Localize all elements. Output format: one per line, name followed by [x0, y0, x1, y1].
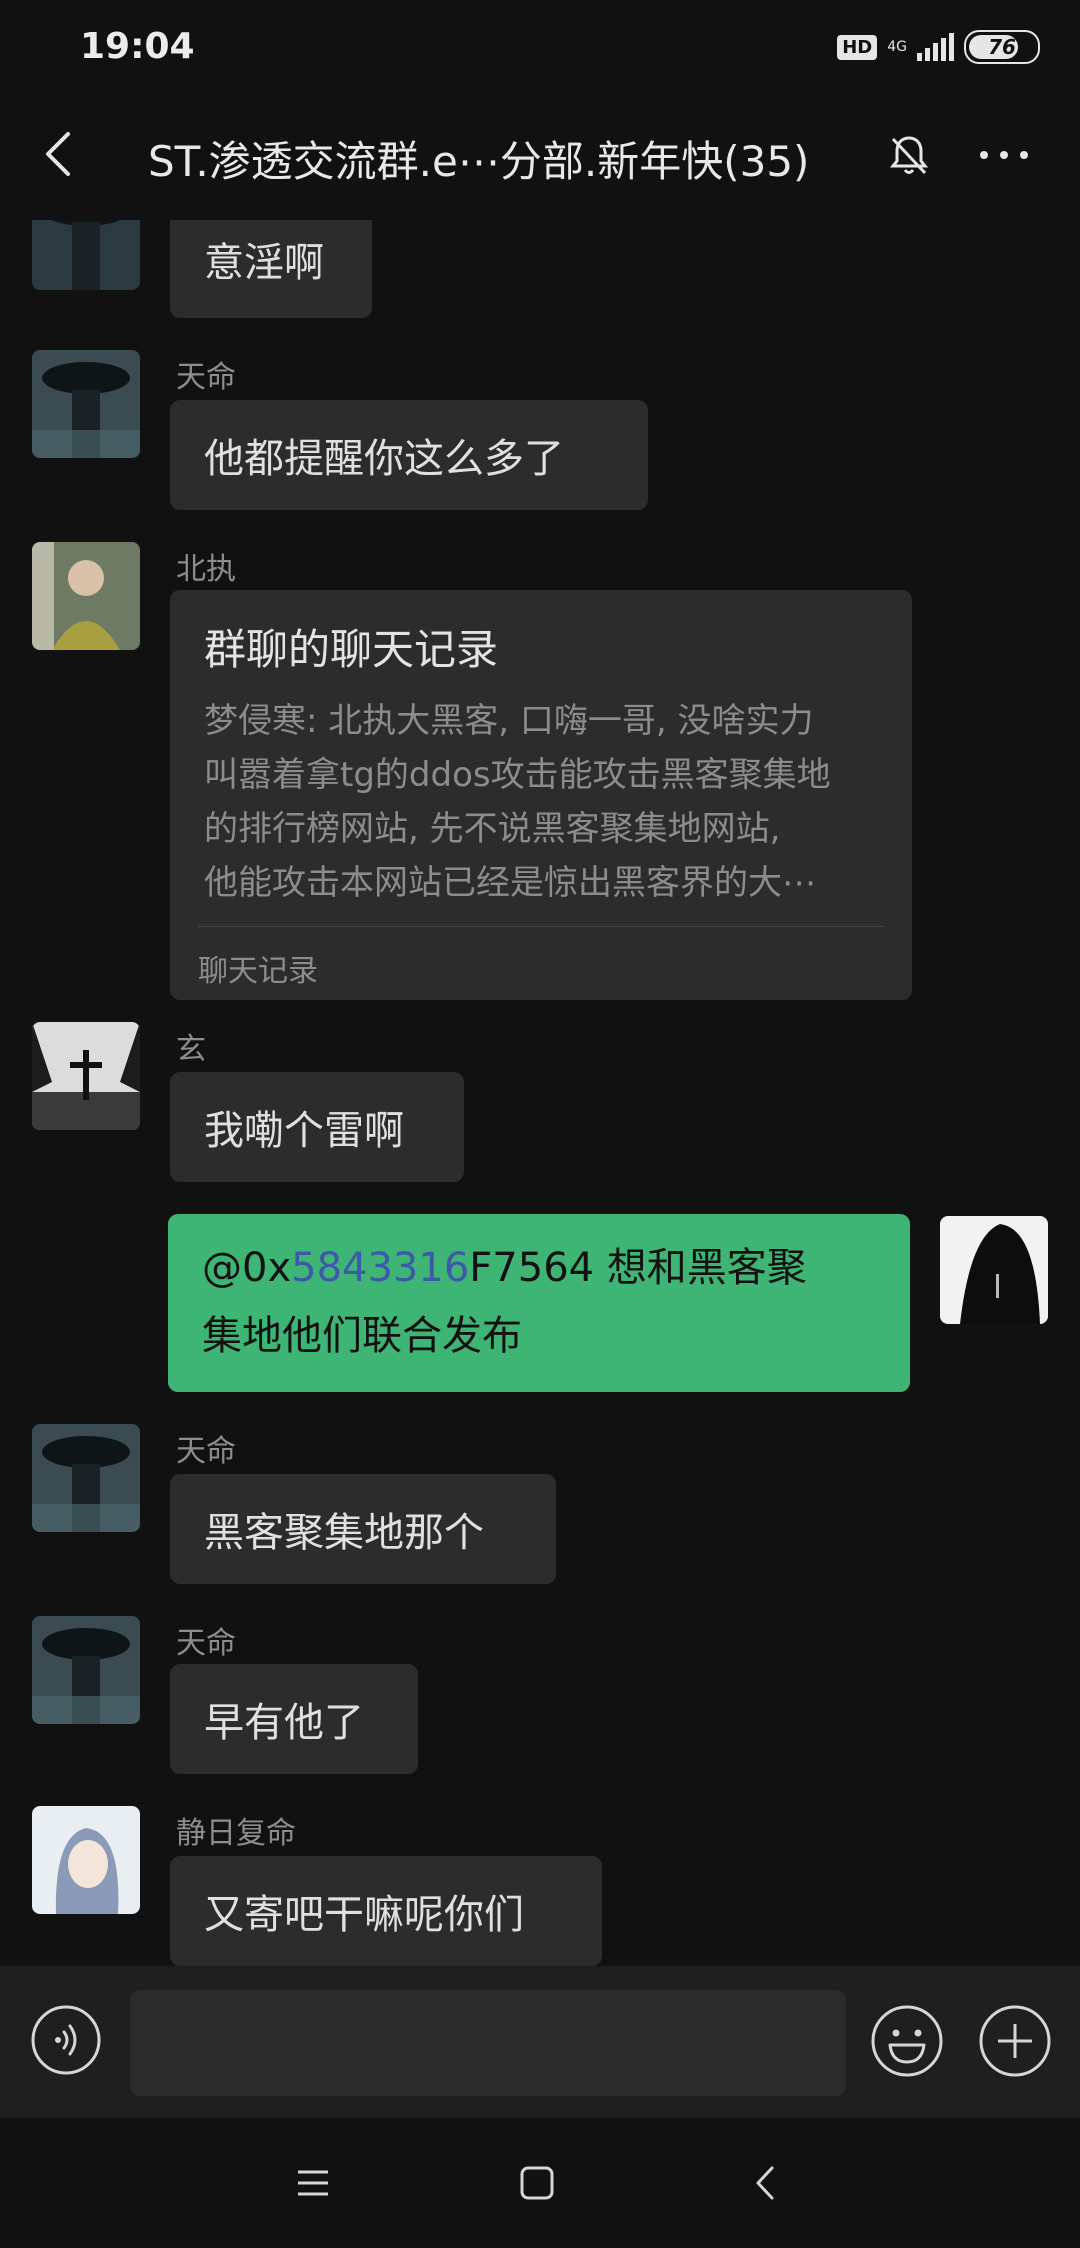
plus-circle-icon[interactable] — [978, 2004, 1052, 2078]
message-bubble[interactable]: 又寄吧干嘛呢你们 — [170, 1856, 602, 1966]
sender-name: 玄 — [176, 1032, 206, 1067]
card-preview-line: 的排行榜网站, 先不说黑客聚集地网站, — [204, 809, 781, 849]
mention-highlight: 5843316 — [291, 1245, 470, 1291]
nav-back-icon[interactable] — [738, 2156, 792, 2210]
status-icons: HD 4G 76 — [837, 30, 1040, 64]
voice-icon[interactable] — [30, 2004, 102, 2076]
network-type: 4G — [887, 39, 907, 55]
sender-name: 天命 — [176, 360, 236, 395]
message-list[interactable]: 意淫啊 天命 他都提醒你这么多了 北执 群聊的聊天记录 梦侵寒: 北执大黑客, … — [0, 220, 1080, 1966]
mention-suffix: F7564 — [469, 1245, 595, 1291]
avatar[interactable] — [32, 1424, 140, 1532]
status-time: 19:04 — [80, 26, 195, 67]
sender-name: 北执 — [176, 552, 236, 587]
bell-off-icon[interactable] — [884, 130, 934, 180]
card-title: 群聊的聊天记录 — [204, 625, 499, 674]
own-message-bubble[interactable]: @0x5843316F7564 想和黑客聚 集地他们联合发布 — [168, 1214, 910, 1392]
chat-title: ST.渗透交流群.e⋯分部.新年快(35) — [148, 137, 810, 186]
avatar[interactable] — [32, 542, 140, 650]
card-divider — [198, 926, 884, 927]
signal-icon — [917, 33, 954, 61]
mention-prefix: @0x — [202, 1245, 292, 1291]
card-footer: 聊天记录 — [198, 954, 318, 989]
own-message-line: @0x5843316F7564 想和黑客聚 — [202, 1234, 876, 1302]
message-bubble[interactable]: 黑客聚集地那个 — [170, 1474, 556, 1584]
chat-record-card[interactable]: 群聊的聊天记录 梦侵寒: 北执大黑客, 口嗨一哥, 没啥实力 叫嚣着拿tg的dd… — [170, 590, 912, 1000]
avatar[interactable] — [32, 1616, 140, 1724]
home-icon[interactable] — [510, 2156, 564, 2210]
card-preview-line: 梦侵寒: 北执大黑客, 口嗨一哥, 没啥实力 — [204, 701, 814, 741]
chevron-left-icon[interactable] — [30, 124, 90, 184]
card-preview-line: 他能攻击本网站已经是惊出黑客界的大⋯ — [204, 863, 816, 903]
sender-name: 天命 — [176, 1434, 236, 1469]
battery-level: 76 — [988, 35, 1016, 59]
message-input[interactable] — [130, 1990, 846, 2096]
status-bar: 19:04 HD 4G 76 — [0, 0, 1080, 100]
message-bubble[interactable]: 意淫啊 — [170, 220, 372, 318]
avatar[interactable] — [32, 1022, 140, 1130]
battery-icon: 76 — [964, 30, 1040, 64]
more-icon[interactable] — [974, 130, 1034, 180]
sender-name: 天命 — [176, 1626, 236, 1661]
system-nav-bar — [0, 2118, 1080, 2248]
own-message-text: 想和黑客聚 — [606, 1245, 807, 1291]
hd-badge: HD — [837, 34, 878, 60]
message-bubble[interactable]: 他都提醒你这么多了 — [170, 400, 648, 510]
card-preview-line: 叫嚣着拿tg的ddos攻击能攻击黑客聚集地 — [204, 755, 831, 795]
avatar[interactable] — [32, 1806, 140, 1914]
avatar[interactable] — [32, 350, 140, 458]
chat-header: ST.渗透交流群.e⋯分部.新年快(35) — [0, 100, 1080, 220]
card-preview: 梦侵寒: 北执大黑客, 口嗨一哥, 没啥实力 叫嚣着拿tg的ddos攻击能攻击黑… — [204, 694, 890, 910]
input-bar — [0, 1966, 1080, 2118]
avatar[interactable] — [32, 220, 140, 290]
own-message-line: 集地他们联合发布 — [202, 1313, 522, 1359]
emoji-icon[interactable] — [870, 2004, 944, 2078]
sender-name: 静日复命 — [176, 1816, 296, 1851]
message-bubble[interactable]: 早有他了 — [170, 1664, 418, 1774]
own-avatar[interactable] — [940, 1216, 1048, 1324]
menu-icon[interactable] — [286, 2156, 340, 2210]
message-bubble[interactable]: 我嘞个雷啊 — [170, 1072, 464, 1182]
